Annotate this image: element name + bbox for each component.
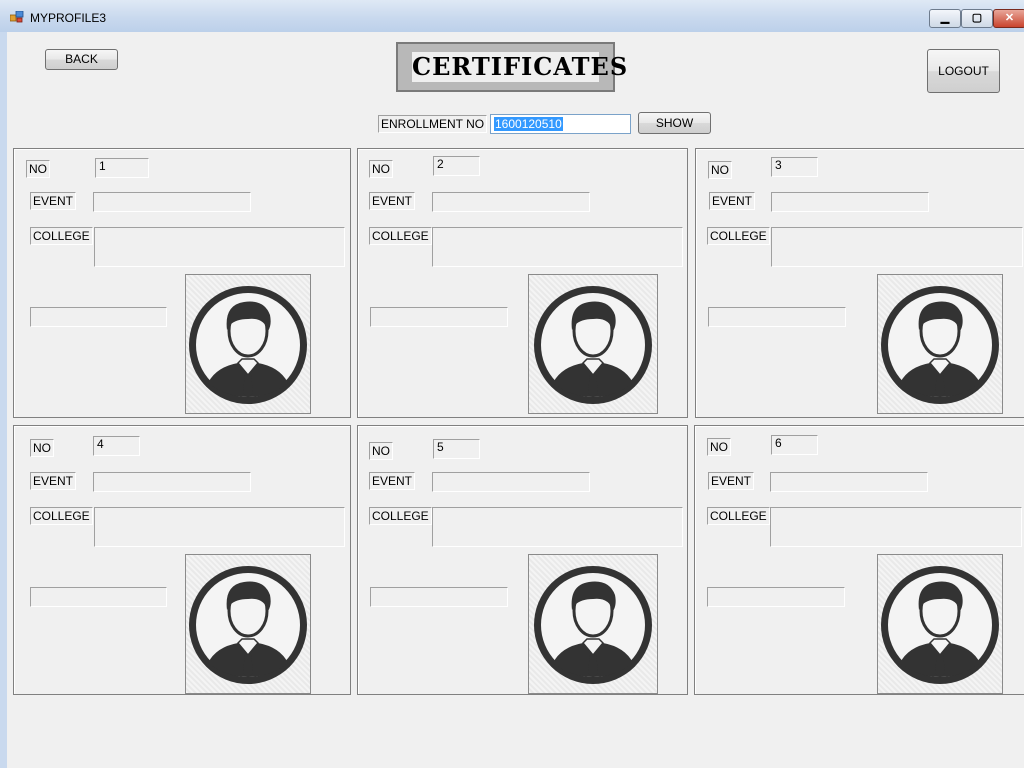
enrollment-label: ENROLLMENT NO (378, 115, 488, 133)
certificate-card-2: NO 2 EVENT COLLEGE (357, 148, 688, 418)
logout-button-label: LOGOUT (938, 64, 989, 78)
no-value: 2 (433, 156, 480, 176)
no-label: NO (708, 161, 732, 179)
event-value (432, 472, 590, 492)
college-label: COLLEGE (30, 227, 93, 245)
window-frame (0, 32, 7, 768)
college-value (770, 507, 1022, 547)
event-label: EVENT (30, 472, 77, 490)
user-avatar-icon (881, 566, 999, 684)
minimize-button[interactable]: ▁ (929, 9, 961, 28)
photo-box (185, 274, 311, 414)
college-label: COLLEGE (30, 507, 93, 525)
event-label: EVENT (30, 192, 77, 210)
certificate-card-5: NO 5 EVENT COLLEGE (357, 425, 688, 695)
college-value (94, 227, 345, 267)
college-value (432, 507, 683, 547)
event-label: EVENT (369, 192, 416, 210)
event-value (770, 472, 928, 492)
user-avatar-icon (189, 566, 307, 684)
photo-box (877, 554, 1003, 694)
no-value: 1 (95, 158, 149, 178)
event-value (771, 192, 929, 212)
extra-field (370, 307, 508, 327)
back-button-label: BACK (65, 52, 98, 66)
event-value (93, 192, 251, 212)
college-value (94, 507, 345, 547)
user-avatar-icon (881, 286, 999, 404)
no-label: NO (26, 160, 50, 178)
photo-box (528, 274, 658, 414)
photo-box (877, 274, 1003, 414)
extra-field (370, 587, 508, 607)
maximize-icon: ▢ (971, 12, 983, 24)
college-label: COLLEGE (369, 227, 432, 245)
college-label: COLLEGE (707, 227, 770, 245)
no-value: 5 (433, 439, 480, 459)
event-value (432, 192, 590, 212)
photo-box (185, 554, 311, 694)
extra-field (707, 587, 845, 607)
event-value (93, 472, 251, 492)
college-value (771, 227, 1023, 267)
extra-field (30, 307, 167, 327)
certificates-title-frame: CERTIFICATES (396, 42, 629, 92)
event-label: EVENT (708, 472, 755, 490)
extra-field (30, 587, 167, 607)
maximize-button[interactable]: ▢ (961, 9, 993, 28)
close-icon: ✕ (1004, 12, 1015, 24)
photo-box (528, 554, 658, 694)
college-label: COLLEGE (707, 507, 770, 525)
certificate-card-6: NO 6 EVENT COLLEGE (694, 425, 1024, 695)
college-label: COLLEGE (369, 507, 432, 525)
no-value: 3 (771, 157, 818, 177)
event-label: EVENT (369, 472, 416, 490)
show-button-label: SHOW (655, 116, 694, 130)
no-label: NO (369, 160, 393, 178)
event-label: EVENT (709, 192, 756, 210)
page-title: CERTIFICATES (412, 52, 629, 82)
college-value (432, 227, 683, 267)
certificate-card-1: NO 1 EVENT COLLEGE (13, 148, 351, 418)
no-value: 6 (771, 435, 818, 455)
extra-field (708, 307, 846, 327)
certificate-card-4: NO 4 EVENT COLLEGE (13, 425, 351, 695)
logout-button[interactable]: LOGOUT (927, 49, 1000, 93)
show-button[interactable]: SHOW (638, 112, 711, 134)
window-title: MYPROFILE3 (30, 11, 107, 25)
no-label: NO (30, 439, 54, 457)
no-value: 4 (93, 436, 140, 456)
no-label: NO (369, 442, 393, 460)
enrollment-input[interactable]: 1600120510 (490, 114, 631, 134)
user-avatar-icon (534, 286, 652, 404)
title-bar: MYPROFILE3 ▁ ▢ ✕ (0, 0, 1024, 33)
minimize-icon: ▁ (940, 12, 950, 24)
close-button[interactable]: ✕ (993, 9, 1024, 28)
user-avatar-icon (534, 566, 652, 684)
app-icon (10, 11, 24, 23)
no-label: NO (707, 438, 731, 456)
certificate-card-3: NO 3 EVENT COLLEGE (695, 148, 1024, 418)
back-button[interactable]: BACK (45, 49, 118, 70)
enrollment-value: 1600120510 (494, 117, 563, 131)
user-avatar-icon (189, 286, 307, 404)
